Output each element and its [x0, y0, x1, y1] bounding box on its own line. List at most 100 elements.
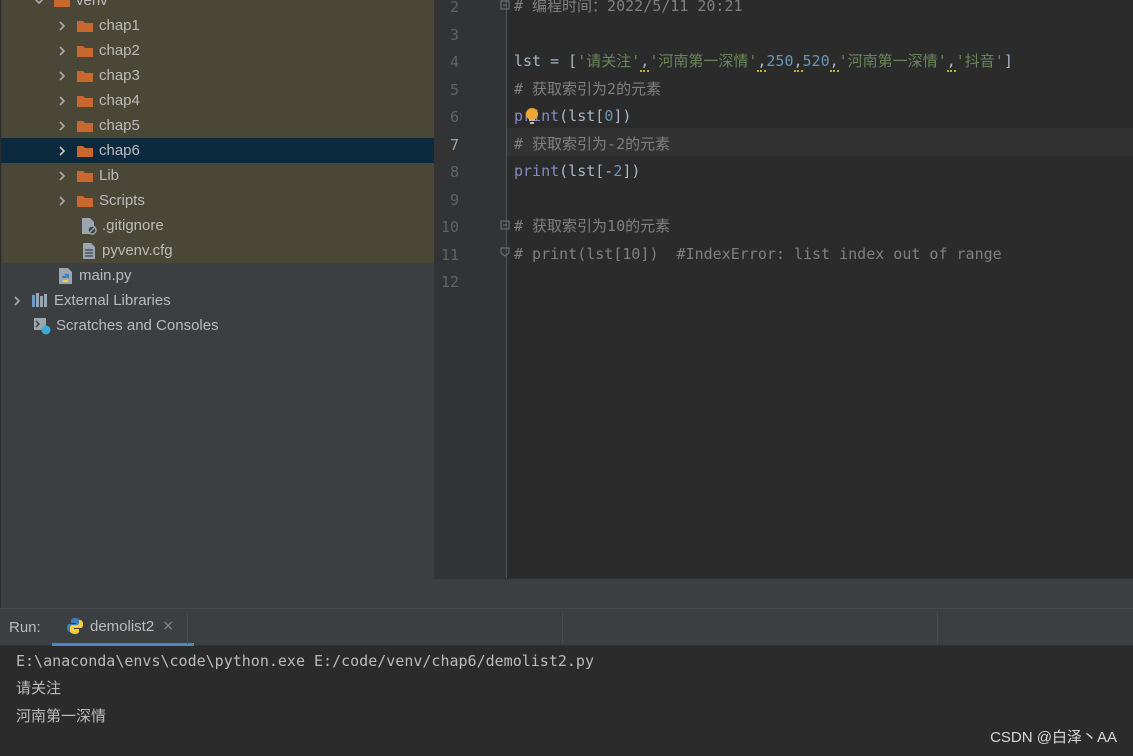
code-token-default: (lst[	[559, 107, 605, 125]
tree-item-scripts[interactable]: Scripts	[1, 188, 434, 213]
console-line: E:\anaconda\envs\code\python.exe E:/code…	[16, 652, 594, 670]
tree-item-label: Scripts	[99, 192, 145, 209]
chevron-right-icon[interactable]	[56, 45, 68, 57]
code-token-comment: # 获取索引为10的元素	[514, 217, 671, 235]
code-token-builtin: print	[514, 162, 560, 180]
line-number: 10	[440, 218, 459, 236]
run-header: Run: demolist2 ×	[0, 609, 1133, 646]
tree-item-label: pyvenv.cfg	[102, 242, 173, 259]
fold-end-icon[interactable]	[500, 0, 510, 10]
chevron-right-icon[interactable]	[56, 20, 68, 32]
code-line[interactable]: lst = ['请关注','河南第一深情',250,520,'河南第一深情','…	[514, 48, 1013, 75]
run-tab-label: demolist2	[90, 617, 155, 635]
tree-item-chap2[interactable]: chap2	[1, 38, 434, 63]
tree-item-chap3[interactable]: chap3	[1, 63, 434, 88]
header-separator	[937, 612, 938, 644]
folder-icon	[76, 44, 94, 58]
run-tool-window: Run: demolist2 × E:\anaconda\envs\code\p…	[0, 608, 1133, 756]
tree-item-label: chap1	[99, 17, 140, 34]
code-token-default: lst = [	[514, 52, 578, 70]
code-token-warn: ,	[946, 52, 956, 72]
library-icon	[31, 292, 49, 310]
ignored-file-icon	[81, 217, 97, 235]
run-title: Run:	[9, 619, 41, 636]
intention-bulb-icon[interactable]	[524, 107, 540, 125]
folder-icon	[76, 69, 94, 83]
folder-icon	[76, 144, 94, 158]
folder-icon	[76, 94, 94, 108]
tree-item-label: Lib	[99, 167, 120, 184]
line-number: 9	[449, 190, 459, 209]
run-tab-demolist2[interactable]: demolist2 ×	[52, 609, 194, 646]
python-icon	[67, 618, 83, 634]
code-token-comment: # print(lst[10]) #IndexError: list index…	[514, 244, 1002, 263]
code-token-comment: # 获取索引为-2的元素	[514, 134, 671, 153]
tree-item-venv[interactable]: venv	[1, 0, 434, 13]
tree-item-lib[interactable]: Lib	[1, 163, 434, 188]
tree-item-label: .gitignore	[102, 217, 164, 234]
code-line[interactable]: # 编程时间：2022/5/11 20:21	[514, 0, 743, 20]
line-number: 4	[449, 53, 459, 71]
tree-item-label: External Libraries	[54, 292, 171, 309]
python-file-icon	[58, 267, 74, 285]
tree-item-label: chap3	[99, 67, 140, 84]
code-editor[interactable]: # 编程时间：2022/5/11 20:21 lst = ['请关注','河南第一…	[434, 0, 1133, 608]
chevron-down-icon[interactable]	[33, 0, 45, 7]
tree-item-chap4[interactable]: chap4	[1, 88, 434, 113]
line-number: 5	[449, 80, 459, 99]
code-token-comment: # 获取索引为2的元素	[514, 79, 662, 98]
tree-item-external-libraries[interactable]: External Libraries	[1, 288, 434, 313]
chevron-right-icon[interactable]	[56, 120, 68, 132]
code-token-string: '河南第一深情'	[838, 52, 947, 70]
code-token-number: 250	[766, 52, 794, 70]
header-separator	[562, 612, 563, 644]
line-number: 8	[449, 163, 459, 181]
folder-icon	[76, 194, 94, 208]
code-token-string: '河南第一深情'	[649, 52, 758, 70]
watermark: CSDN @白泽丶AA	[990, 729, 1117, 746]
code-line[interactable]: # 获取索引为10的元素	[514, 213, 670, 240]
chevron-right-icon[interactable]	[56, 195, 68, 207]
code-token-warn: ,	[793, 52, 803, 72]
code-token-default: ])	[613, 107, 632, 125]
chevron-right-icon[interactable]	[56, 70, 68, 82]
console-line: 河南第一深情	[16, 707, 107, 725]
tree-item-scratches-and-consoles[interactable]: Scratches and Consoles	[1, 313, 434, 338]
tree-item-label: chap5	[99, 117, 140, 134]
fold-start-icon[interactable]	[500, 220, 510, 230]
code-token-number: 0	[604, 107, 614, 125]
chevron-right-icon[interactable]	[11, 295, 23, 307]
line-number: 2	[449, 0, 459, 16]
tree-item-label: main.py	[79, 267, 132, 284]
config-file-icon	[81, 242, 97, 260]
fold-end-icon[interactable]	[500, 247, 510, 257]
tree-item-label: Scratches and Consoles	[56, 317, 219, 334]
tree-item-gitignore[interactable]: .gitignore	[1, 213, 434, 238]
tree-item-pyvenv-cfg[interactable]: pyvenv.cfg	[1, 238, 434, 263]
code-token-default: ]	[1003, 52, 1013, 70]
folder-icon	[76, 119, 94, 133]
code-line[interactable]: # 获取索引为2的元素	[514, 76, 661, 103]
scratches-icon	[33, 317, 51, 335]
line-number: 12	[440, 273, 459, 291]
code-line[interactable]: # print(lst[10]) #IndexError: list index…	[514, 241, 1002, 268]
line-number: 6	[449, 108, 459, 126]
code-line[interactable]: print(lst[-2])	[514, 158, 640, 185]
tree-item-label: chap4	[99, 92, 140, 109]
editor-horizontal-area	[434, 578, 1133, 608]
folder-icon	[76, 19, 94, 33]
line-number: 3	[449, 25, 459, 44]
tree-item-label: chap6	[99, 142, 140, 159]
tree-item-chap5[interactable]: chap5	[1, 113, 434, 138]
header-separator	[187, 612, 188, 644]
code-token-comment: # 编程时间：2022/5/11 20:21	[514, 0, 743, 15]
tree-item-chap6[interactable]: chap6	[1, 138, 434, 163]
close-icon[interactable]: ×	[162, 618, 174, 634]
tree-item-main-py[interactable]: main.py	[1, 263, 434, 288]
chevron-right-icon[interactable]	[56, 95, 68, 107]
chevron-right-icon[interactable]	[56, 170, 68, 182]
console-line: 请关注	[16, 679, 62, 697]
code-line[interactable]: # 获取索引为-2的元素	[514, 131, 670, 158]
tree-item-chap1[interactable]: chap1	[1, 13, 434, 38]
chevron-right-icon[interactable]	[56, 145, 68, 157]
